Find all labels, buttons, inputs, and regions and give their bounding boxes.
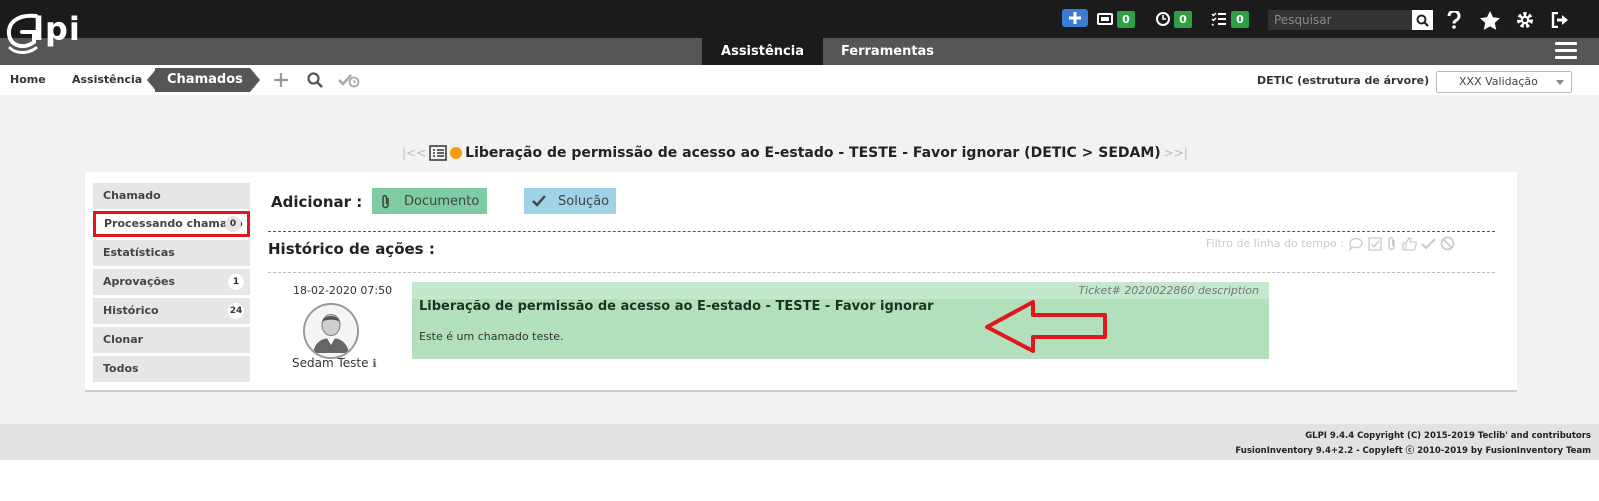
ban-filter-icon[interactable]: [1440, 236, 1455, 251]
search-icon: [1416, 14, 1429, 27]
tab-clonar[interactable]: Clonar: [93, 327, 250, 353]
tab-estatisticas[interactable]: Estatísticas: [93, 240, 250, 266]
entity-select[interactable]: XXX Validação: [1436, 71, 1572, 93]
entry-timestamp: 18-02-2020 07:50: [293, 284, 393, 297]
footer: GLPI 9.4.4 Copyright (C) 2015-2019 Tecli…: [0, 424, 1599, 460]
breadcrumb-chamados[interactable]: Chamados: [155, 68, 250, 92]
list-icon[interactable]: [429, 145, 447, 161]
entity-label: DETIC (estrutura de árvore): [1257, 74, 1430, 87]
plus-icon: [274, 73, 288, 87]
add-document-button[interactable]: Documento: [372, 188, 487, 214]
favorites-button[interactable]: [1479, 9, 1501, 31]
tab-label: Todos: [103, 362, 139, 375]
help-icon: [1447, 11, 1461, 29]
menu-tab-assistencia[interactable]: Assistência: [702, 38, 823, 65]
clock-icon: [1156, 12, 1170, 26]
avatar[interactable]: [303, 303, 359, 359]
timeline-filter-label: Filtro de linha do tempo :: [1206, 237, 1344, 250]
divider: [268, 231, 1495, 232]
ticket-icon: [1097, 13, 1113, 25]
star-icon: [1480, 10, 1500, 30]
divider: [268, 272, 1495, 273]
search-input[interactable]: [1268, 10, 1412, 30]
tab-aprovacoes[interactable]: Aprovações 1: [93, 269, 250, 295]
tab-historico[interactable]: Histórico 24: [93, 298, 250, 324]
breadcrumb-home[interactable]: Home: [0, 68, 53, 92]
next-ticket-button[interactable]: >>|: [1164, 146, 1188, 160]
logo-text: lpi: [33, 10, 81, 48]
comment-filter-icon[interactable]: [1348, 237, 1364, 251]
task-count-badge: 0: [1231, 10, 1249, 28]
settings-button[interactable]: [1514, 9, 1536, 31]
tab-processando-chamado[interactable]: Processando chamado 0: [93, 211, 250, 237]
gear-icon: [1517, 12, 1533, 28]
ticket-description-card: Ticket# 2020022860 description Liberação…: [412, 282, 1269, 359]
glpi-logo[interactable]: lpi: [6, 6, 86, 54]
check-filter-icon[interactable]: [1421, 237, 1436, 250]
timeline-filter: Filtro de linha do tempo :: [1206, 236, 1455, 251]
page-bottom: [0, 460, 1599, 501]
search-tickets-button[interactable]: [304, 69, 326, 91]
tab-label: Estatísticas: [103, 246, 175, 259]
global-search: [1268, 10, 1433, 30]
menu-tab-ferramentas[interactable]: Ferramentas: [825, 38, 950, 65]
validation-button[interactable]: [338, 69, 360, 91]
breadcrumb-arrow: [250, 68, 260, 92]
card-title: Liberação de permissão de acesso ao E-es…: [419, 299, 934, 314]
thumbs-up-filter-icon[interactable]: [1402, 236, 1417, 251]
add-solution-button[interactable]: Solução: [524, 188, 616, 214]
entry-author[interactable]: Sedam Teste ℹ: [292, 356, 377, 370]
help-button[interactable]: [1443, 9, 1465, 31]
breadcrumb-assistencia[interactable]: Assistência: [58, 68, 147, 92]
ticket-title-row: |<< Liberação de permissão de acesso ao …: [402, 142, 1188, 164]
ticket-count-badge: 0: [1117, 10, 1135, 28]
check-clock-icon: [338, 74, 360, 88]
plus-icon: [1069, 12, 1081, 24]
page-title: Liberação de permissão de acesso ao E-es…: [465, 145, 1161, 161]
tasklist-counter[interactable]: 0: [1211, 9, 1249, 29]
tab-label: Chamado: [103, 189, 161, 202]
tab-count-badge: 1: [228, 274, 244, 290]
add-button[interactable]: [1062, 9, 1088, 27]
paperclip-filter-icon[interactable]: [1386, 236, 1398, 251]
logout-button[interactable]: [1549, 9, 1571, 31]
footer-plugin-credits: FusionInventory 9.4+2.2 - Copyleft ⓒ 201…: [1235, 446, 1591, 456]
add-label: Adicionar :: [271, 193, 363, 211]
annotation-arrow-icon: [985, 300, 1107, 353]
add-ticket-button[interactable]: [270, 69, 292, 91]
chevron-down-icon: [1556, 80, 1564, 85]
tab-label: Clonar: [103, 333, 144, 346]
logout-icon: [1551, 12, 1568, 28]
clock-counter[interactable]: 0: [1156, 9, 1192, 29]
tab-label: Histórico: [103, 304, 159, 317]
tab-todos[interactable]: Todos: [93, 356, 250, 382]
search-icon: [307, 72, 323, 88]
hamburger-menu-icon[interactable]: [1555, 42, 1577, 61]
user-avatar-icon: [305, 305, 357, 357]
ticket-reference: Ticket# 2020022860 description: [1078, 284, 1259, 297]
paperclip-icon: [382, 194, 389, 208]
card-body: Este é um chamado teste.: [419, 330, 564, 343]
tasklist-icon: [1211, 12, 1226, 26]
document-button-label: Documento: [404, 193, 480, 209]
info-icon[interactable]: ℹ: [372, 357, 376, 370]
status-dot-icon: [450, 147, 463, 159]
history-title: Histórico de ações :: [268, 240, 435, 258]
ticket-counter[interactable]: 0: [1097, 9, 1135, 29]
main-menu: Assistência Ferramentas: [0, 38, 1599, 65]
entity-select-value: XXX Validação: [1459, 75, 1538, 88]
footer-copyright: GLPI 9.4.4 Copyright (C) 2015-2019 Tecli…: [1305, 431, 1591, 441]
author-name: Sedam Teste: [292, 356, 369, 370]
search-submit-button[interactable]: [1412, 10, 1433, 30]
tab-chamado[interactable]: Chamado: [93, 183, 250, 209]
tab-label: Processando chamado: [104, 217, 243, 230]
prev-ticket-button[interactable]: |<<: [402, 146, 426, 160]
solution-button-label: Solução: [558, 193, 610, 209]
task-filter-icon[interactable]: [1368, 236, 1382, 251]
check-icon: [532, 195, 546, 207]
tab-label: Aprovações: [103, 275, 176, 288]
tab-count-badge: 24: [228, 303, 244, 319]
clock-count-badge: 0: [1174, 10, 1192, 28]
tab-count-badge: 0: [225, 216, 241, 232]
